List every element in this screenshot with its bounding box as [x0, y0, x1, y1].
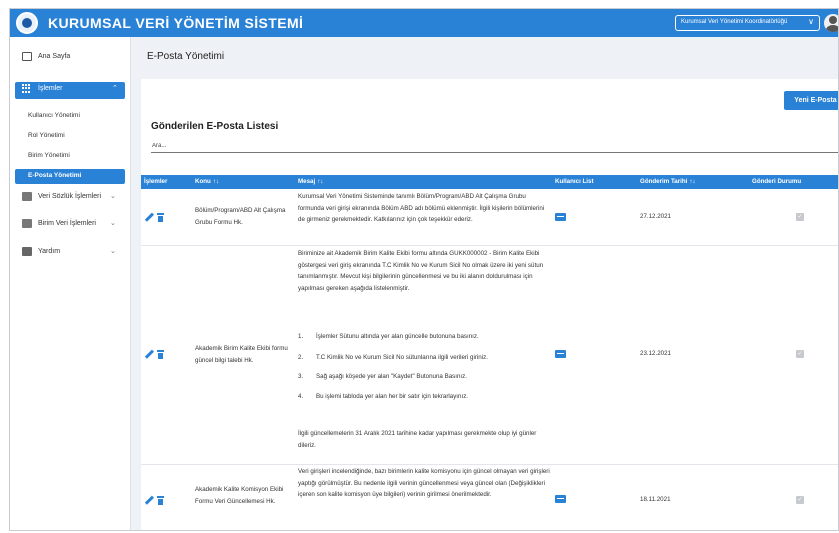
row-actions [144, 350, 164, 359]
row-subject: Akademik Birim Kalite Ekibi formu güncel… [195, 345, 288, 364]
chevron-down-icon: ⌄ [110, 248, 116, 255]
row-message-step-number: 4. [298, 393, 304, 400]
row-date: 23.12.2021 [640, 350, 671, 357]
row-message-step: T.C Kimlik No ve Kurum Sicil No sütunlar… [316, 354, 488, 361]
row-date: 27.12.2021 [640, 213, 671, 220]
top-bar: KURUMSAL VERİ YÖNETİM SİSTEMİ Kurumsal V… [10, 9, 838, 37]
row-date: 18.11.2021 [640, 496, 671, 503]
chevron-down-icon: ⌄ [110, 193, 116, 200]
row-message-step-number: 1. [298, 333, 304, 340]
user-list-icon[interactable] [555, 213, 566, 221]
row-message-intro: Biriminize ait Akademik Birim Kalite Eki… [298, 250, 544, 292]
sort-icon: ↑↓ [212, 178, 219, 185]
row-message: Kurumsal Veri Yönetimi Sisteminde tanıml… [298, 193, 545, 223]
app-title: KURUMSAL VERİ YÖNETİM SİSTEMİ [48, 15, 304, 31]
sidebar-item-label: Birim Veri İşlemleri [38, 220, 96, 227]
chevron-down-icon: ⌄ [110, 220, 116, 227]
sent-status-checkbox: ✓ [796, 213, 804, 221]
column-header-status: Gönderi Durumu [752, 178, 802, 185]
column-header-message[interactable]: Mesaj ↑↓ [298, 178, 323, 185]
row-message-step-number: 3. [298, 373, 304, 380]
row-actions [144, 213, 164, 222]
chart-icon [22, 219, 32, 228]
sidebar-item-label: İşlemler [38, 85, 63, 92]
page-title: E-Posta Yönetimi [147, 51, 225, 62]
sidebar-item-label: Yardım [38, 248, 61, 255]
sidebar-subitem-unit-management[interactable]: Birim Yönetimi [10, 149, 130, 164]
row-message-step: Bu işlemi tabloda yer alan her bir satır… [316, 393, 469, 400]
sidebar-subitem-user-management[interactable]: Kullanıcı Yönetimi [10, 109, 130, 124]
row-subject: Akademik Kalite Komisyon Ekibi Formu Ver… [195, 486, 284, 505]
sort-icon: ↑↓ [317, 178, 324, 185]
list-title: Gönderilen E-Posta Listesi [151, 121, 279, 132]
delete-icon[interactable] [157, 496, 164, 505]
sort-icon: ↑↓ [689, 178, 696, 185]
new-email-button[interactable]: Yeni E-Posta [784, 91, 838, 110]
sidebar-subitem-role-management[interactable]: Rol Yönetimi [10, 129, 130, 144]
user-list-icon[interactable] [555, 350, 566, 358]
monitor-icon [22, 52, 32, 61]
sidebar-item-help[interactable]: Yardım ⌄ [10, 245, 130, 261]
delete-icon[interactable] [157, 213, 164, 222]
sidebar-item-dictionary[interactable]: Veri Sözlük İşlemleri ⌄ [10, 190, 130, 206]
table-row: Akademik Kalite Komisyon Ekibi Formu Ver… [141, 465, 838, 530]
edit-icon[interactable] [144, 213, 153, 222]
user-avatar[interactable] [824, 14, 838, 32]
table-header: İşlemler Konu ↑↓ Mesaj ↑↓ Kullanıcı List G… [141, 175, 838, 189]
role-select-value: Kurumsal Veri Yönetimi Koordinatörlüğü [681, 19, 788, 25]
chat-icon [22, 247, 32, 256]
row-actions [144, 496, 164, 505]
sidebar-item-label: Ana Sayfa [38, 53, 71, 60]
row-message-step: Sağ aşağı köşede yer alan "Kaydet" Buton… [316, 373, 467, 380]
sent-status-checkbox: ✓ [796, 496, 804, 504]
search-input[interactable] [151, 139, 838, 153]
university-logo-icon [16, 12, 38, 34]
document-icon [22, 192, 32, 201]
sidebar-item-label: Veri Sözlük İşlemleri [38, 193, 102, 200]
delete-icon[interactable] [157, 350, 164, 359]
email-list-card: Yeni E-Posta Gönderilen E-Posta Listesi … [141, 79, 838, 530]
role-select[interactable]: Kurumsal Veri Yönetimi Koordinatörlüğü ∨ [675, 15, 820, 31]
sidebar-item-unit-data[interactable]: Birim Veri İşlemleri ⌄ [10, 217, 130, 233]
sidebar-subitem-email-management[interactable]: E-Posta Yönetimi [15, 169, 125, 184]
row-subject: Bölüm/Program/ABD Alt Çalışma Grubu Form… [195, 207, 286, 226]
sidebar: Ana Sayfa İşlemler ⌃ Kullanıcı Yönetimi … [10, 37, 131, 530]
edit-icon[interactable] [144, 350, 153, 359]
app-window: KURUMSAL VERİ YÖNETİM SİSTEMİ Kurumsal V… [9, 8, 839, 531]
chevron-up-icon: ⌃ [112, 85, 118, 92]
row-message-step-number: 2. [298, 354, 304, 361]
sidebar-item-home[interactable]: Ana Sayfa [10, 50, 130, 66]
chevron-down-icon: ∨ [808, 17, 814, 26]
user-list-icon[interactable] [555, 495, 566, 503]
grid-icon [22, 84, 32, 93]
sidebar-item-operations[interactable]: İşlemler ⌃ [15, 82, 125, 99]
column-header-subject[interactable]: Konu ↑↓ [195, 178, 219, 185]
edit-icon[interactable] [144, 496, 153, 505]
row-message: Veri girişleri incelendiğinde, bazı biri… [298, 468, 550, 498]
table-row: Bölüm/Program/ABD Alt Çalışma Grubu Form… [141, 189, 838, 246]
table-row: Akademik Birim Kalite Ekibi formu güncel… [141, 246, 838, 465]
column-header-actions: İşlemler [144, 178, 168, 185]
sent-status-checkbox: ✓ [796, 350, 804, 358]
row-message-outro: İlgili güncellemelerin 31 Aralık 2021 ta… [298, 430, 537, 449]
column-header-users: Kullanıcı List [555, 178, 594, 185]
row-message-step: İşlemler Sütunu altında yer alan güncell… [316, 333, 479, 340]
column-header-date[interactable]: Gönderim Tarihi ↑↓ [640, 178, 696, 185]
